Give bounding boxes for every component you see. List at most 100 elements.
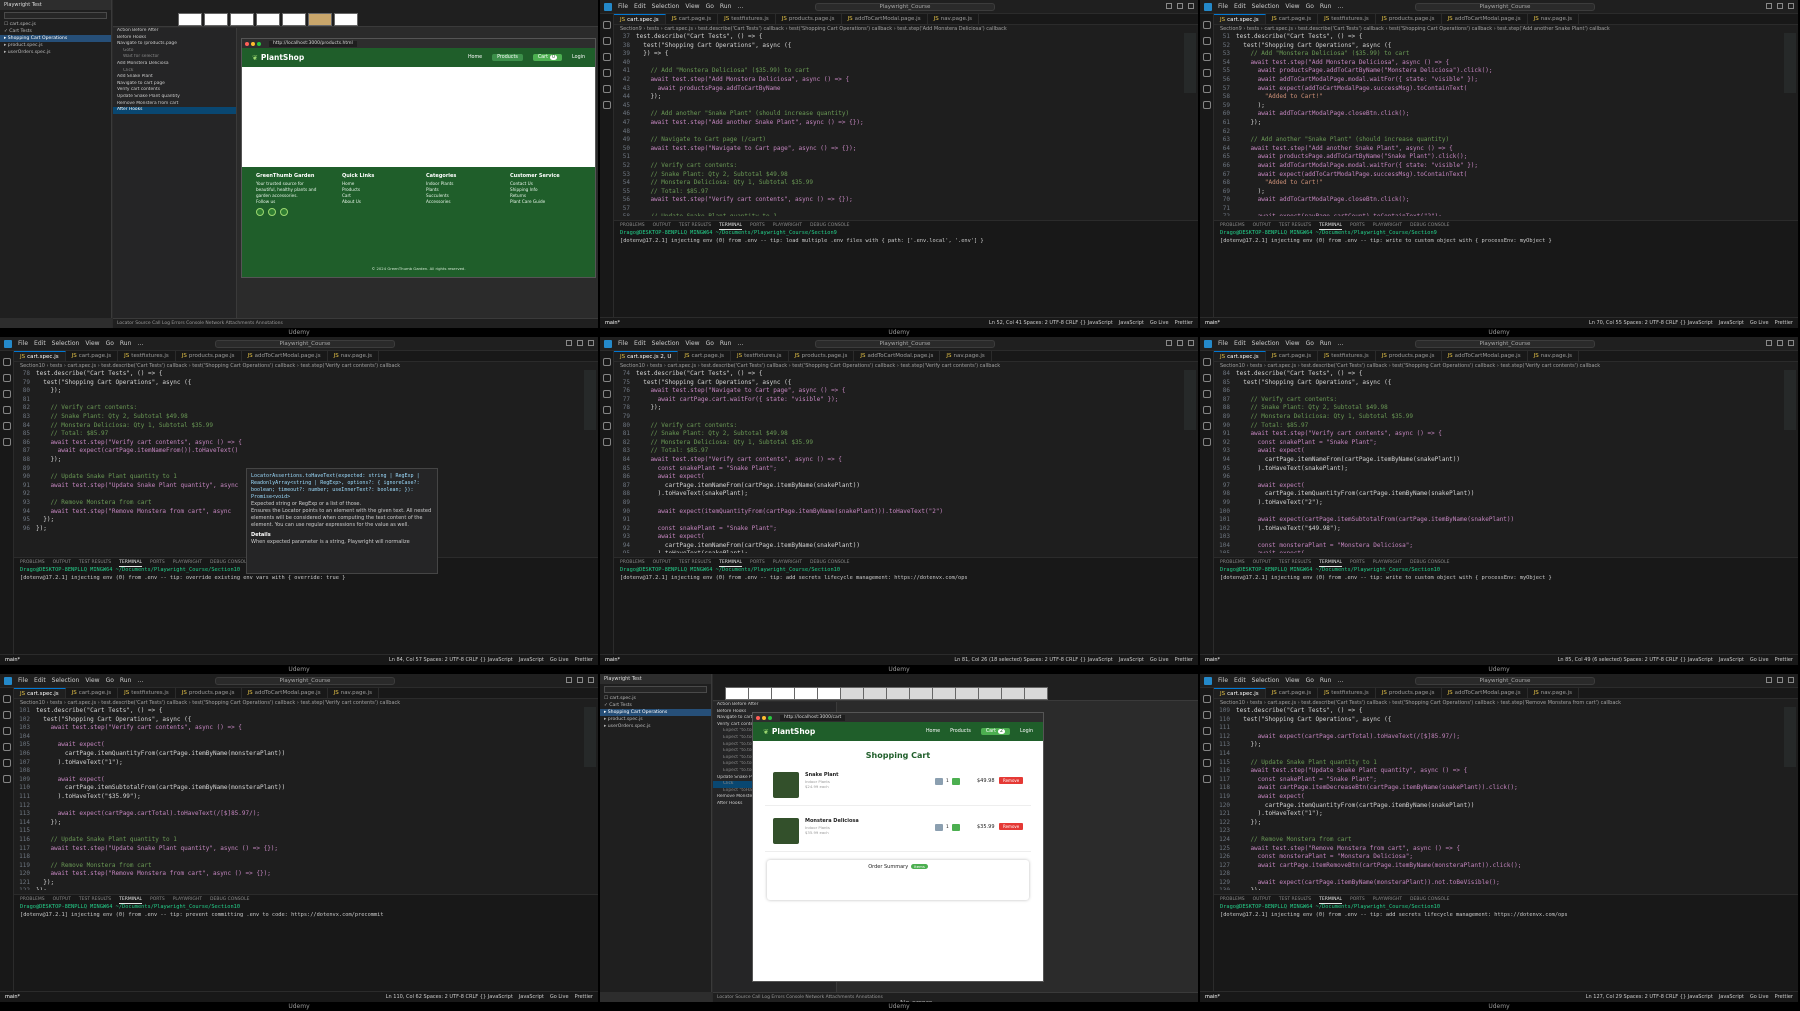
menu-go[interactable]: Go <box>1306 677 1314 684</box>
facebook-icon[interactable] <box>256 208 264 216</box>
minimize-icon[interactable] <box>566 677 572 683</box>
status-item[interactable]: Prettier <box>1775 994 1793 1000</box>
breadcrumb[interactable]: Section10 › tests › cart.spec.js › test.… <box>14 362 598 370</box>
action-item[interactable]: Click <box>113 68 236 75</box>
panel-tab[interactable]: DEBUG CONSOLE <box>810 221 849 230</box>
tab-file[interactable]: JS nav.page.js <box>1528 688 1580 698</box>
menu-edit[interactable]: Edit <box>634 3 646 10</box>
filmstrip[interactable] <box>713 674 1198 701</box>
menu-selection[interactable]: Selection <box>1252 677 1280 684</box>
status-item[interactable]: Go Live <box>550 657 569 663</box>
source-control-icon[interactable] <box>3 727 11 735</box>
tab-file[interactable]: JS products.page.js <box>776 14 842 24</box>
menu-run[interactable]: Run <box>720 3 732 10</box>
menu-selection[interactable]: Selection <box>652 340 680 347</box>
test-tree-item[interactable]: ▸ product.spec.js <box>600 716 711 723</box>
minimap[interactable] <box>1784 33 1796 93</box>
status-item[interactable]: Prettier <box>1775 320 1793 326</box>
filmstrip-frame[interactable] <box>978 687 1002 700</box>
cursor-position[interactable]: Ln 84, Col 57 Spaces: 2 UTF-8 CRLF {} Ja… <box>389 657 513 663</box>
minimize-icon[interactable] <box>1166 340 1172 346</box>
minimap[interactable] <box>1184 33 1196 93</box>
footer-link[interactable]: Accessories <box>426 199 494 205</box>
testing-icon[interactable] <box>1203 101 1211 109</box>
filter-input[interactable] <box>4 12 107 19</box>
maximize-icon[interactable] <box>1777 677 1783 683</box>
menu-go[interactable]: Go <box>1306 3 1314 10</box>
panel-tab[interactable]: PROBLEMS <box>20 558 45 567</box>
panel-tab[interactable]: PORTS <box>1350 221 1365 230</box>
decrease-button[interactable] <box>935 778 943 785</box>
menu-file[interactable]: File <box>1218 3 1228 10</box>
panel-tab[interactable]: TERMINAL <box>1319 895 1343 904</box>
maximize-icon[interactable] <box>577 677 583 683</box>
testing-icon[interactable] <box>1203 438 1211 446</box>
action-item[interactable]: Goto <box>113 48 236 55</box>
tab-file[interactable]: JS cart.spec.js <box>1214 14 1266 24</box>
search-icon[interactable] <box>3 374 11 382</box>
menu-[interactable]: … <box>1337 3 1343 10</box>
cursor-position[interactable]: Ln 81, Col 26 (18 selected) Spaces: 2 UT… <box>954 657 1112 663</box>
tab-file[interactable]: JS testfixtures.js <box>118 688 176 698</box>
tab-file[interactable]: JS products.page.js <box>176 688 242 698</box>
panel-tab[interactable]: DEBUG CONSOLE <box>210 558 249 567</box>
menu-edit[interactable]: Edit <box>1234 340 1246 347</box>
menu-view[interactable]: View <box>1285 677 1299 684</box>
panel-tab[interactable]: PLAYWRIGHT <box>1373 558 1402 567</box>
test-tree-item[interactable]: ▸ product.spec.js <box>0 42 111 49</box>
nav-link[interactable]: Login <box>572 55 585 60</box>
cursor-position[interactable]: Ln 110, Col 62 Spaces: 2 UTF-8 CRLF {} J… <box>386 994 513 1000</box>
menu-file[interactable]: File <box>18 677 28 684</box>
nav-link[interactable]: Login <box>1020 729 1033 734</box>
close-icon[interactable] <box>1188 3 1194 9</box>
run-debug-icon[interactable] <box>603 406 611 414</box>
menu-edit[interactable]: Edit <box>634 340 646 347</box>
panel-tab[interactable]: TERMINAL <box>119 558 143 567</box>
panel-tab[interactable]: TERMINAL <box>1319 221 1343 230</box>
filmstrip-frame[interactable] <box>932 687 956 700</box>
panel-tab[interactable]: PORTS <box>1350 895 1365 904</box>
extensions-icon[interactable] <box>603 422 611 430</box>
status-item[interactable]: JavaScript <box>1119 320 1144 326</box>
menu-go[interactable]: Go <box>106 340 114 347</box>
status-item[interactable]: Prettier <box>575 994 593 1000</box>
filmstrip-frame[interactable] <box>886 687 910 700</box>
cursor-position[interactable]: Ln 127, Col 29 Spaces: 2 UTF-8 CRLF {} J… <box>1586 994 1713 1000</box>
search-icon[interactable] <box>1203 374 1211 382</box>
site-logo[interactable]: ❦ PlantShop <box>252 53 304 62</box>
tab-file[interactable]: JS testfixtures.js <box>1318 351 1376 361</box>
remove-button[interactable]: Remove <box>999 777 1024 784</box>
source-control-icon[interactable] <box>1203 53 1211 61</box>
source-control-icon[interactable] <box>603 53 611 61</box>
status-item[interactable]: Go Live <box>1750 657 1769 663</box>
cursor-position[interactable]: Ln 85, Col 49 (6 selected) Spaces: 2 UTF… <box>1558 657 1713 663</box>
tab-file[interactable]: JS nav.page.js <box>928 14 980 24</box>
tab-file[interactable]: JS addToCartModal.page.js <box>1442 351 1528 361</box>
panel-tab[interactable]: TEST RESULTS <box>679 558 711 567</box>
status-item[interactable]: JavaScript <box>1719 657 1744 663</box>
extensions-icon[interactable] <box>603 85 611 93</box>
status-item[interactable]: Prettier <box>1175 657 1193 663</box>
panel-tab[interactable]: PORTS <box>1350 558 1365 567</box>
code-editor[interactable]: 51 test.describe("Cart Tests", () => {52 … <box>1214 33 1784 216</box>
panel-tab[interactable]: OUTPUT <box>1253 221 1271 230</box>
tab-file[interactable]: JS addToCartModal.page.js <box>242 688 328 698</box>
maximize-icon[interactable] <box>1777 340 1783 346</box>
run-debug-icon[interactable] <box>1203 69 1211 77</box>
panel-tab[interactable]: TEST RESULTS <box>679 221 711 230</box>
cursor-position[interactable]: Ln 52, Col 41 Spaces: 2 UTF-8 CRLF {} Ja… <box>989 320 1113 326</box>
panel-tab[interactable]: PLAYWRIGHT <box>1373 221 1402 230</box>
menu-[interactable]: … <box>137 340 143 347</box>
filmstrip-frame[interactable] <box>256 13 280 26</box>
menu-run[interactable]: Run <box>720 340 732 347</box>
panel-tab[interactable]: TERMINAL <box>719 558 743 567</box>
run-debug-icon[interactable] <box>1203 406 1211 414</box>
close-icon[interactable] <box>588 677 594 683</box>
menu-view[interactable]: View <box>685 340 699 347</box>
breadcrumb[interactable]: Section10 › tests › cart.spec.js › test.… <box>1214 362 1798 370</box>
tab-file[interactable]: JS cart.page.js <box>678 351 731 361</box>
minimize-icon[interactable] <box>566 340 572 346</box>
close-icon[interactable] <box>1788 677 1794 683</box>
status-item[interactable]: JavaScript <box>1719 994 1744 1000</box>
footer-link[interactable]: About Us <box>342 199 410 205</box>
